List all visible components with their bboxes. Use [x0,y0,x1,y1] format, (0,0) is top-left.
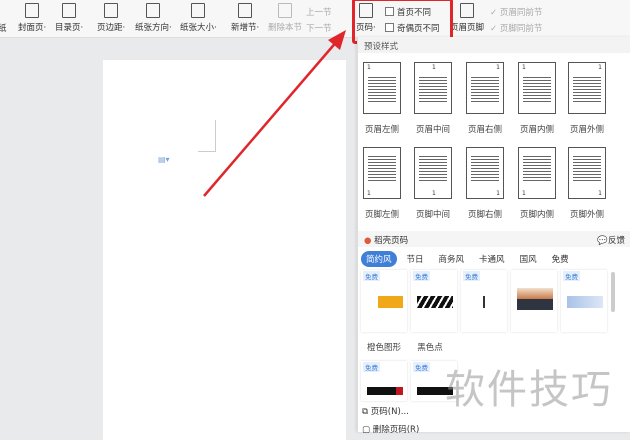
template-preview [417,296,453,308]
free-badge: 免费 [363,271,380,281]
page-number-template-card[interactable] [511,270,557,332]
page-number-mark: 1 [432,64,436,71]
free-badge: 免费 [363,362,380,372]
preset-label[interactable]: 页眉中间 [407,123,459,135]
preset-label[interactable]: 页眉外侧 [561,123,613,135]
scrollbar[interactable] [611,272,615,312]
feedback-button[interactable]: 💬反馈 [597,234,625,246]
preset-label[interactable]: 页脚中间 [407,208,459,220]
free-badge: 免费 [413,271,430,281]
card-label: 橙色图形 [366,343,401,353]
style-tab[interactable]: 节日 [402,251,429,267]
page-number-mark: 1 [496,190,500,197]
style-tabs: 简约风 节日 商务风 卡通风 国风 免费 [361,251,579,267]
layout-thumbnail[interactable]: 1 [568,62,606,114]
page-number-template-card[interactable]: 免费 [561,270,607,332]
label: 反馈 [607,236,625,246]
page-number-mark: 1 [496,64,500,71]
menu-delete-page-number[interactable]: ▢ 删除页码(R) [362,423,419,435]
docer-section-header: ● 稻壳页码 💬反馈 [358,231,630,247]
card-label: 黑色点 [417,343,443,353]
page-number-template-card[interactable]: 免费 [361,270,407,332]
page-number-mark: 1 [598,190,602,197]
layout-thumbnail[interactable]: 1 [363,147,401,199]
page-number-template-card[interactable]: 免费 [461,270,507,332]
preset-label[interactable]: 页眉左侧 [356,123,408,135]
style-tab[interactable]: 国风 [515,251,542,267]
page-number-mark: 1 [522,190,526,197]
page-number-mark: 1 [598,64,602,71]
preset-label[interactable]: 页脚右侧 [459,208,511,220]
page-number-mark: 1 [432,190,436,197]
page-number-template-card[interactable]: 免费 [411,270,457,332]
delete-page-number-icon: ▢ [362,425,371,435]
layout-thumbnail[interactable]: 1 [518,62,556,114]
style-tab[interactable]: 简约风 [361,251,397,267]
docer-logo-icon: ● [364,236,372,246]
template-preview [517,288,553,310]
layout-thumbnail[interactable]: 1 [568,147,606,199]
page-number-mark: 1 [367,190,371,197]
layout-thumbnail[interactable]: 1 [518,147,556,199]
preset-label[interactable]: 页眉内侧 [511,123,563,135]
layout-thumbnail[interactable]: 1 [363,62,401,114]
section-title: 稻壳页码 [374,236,409,246]
menu-page-number[interactable]: ⧉ 页码(N)... [362,405,409,417]
label: 删除页码(R) [372,425,420,435]
preset-styles-title: 预设样式 [358,37,630,53]
template-preview [467,296,503,308]
preset-label[interactable]: 页脚左侧 [356,208,408,220]
layout-thumbnail[interactable]: 1 [466,62,504,114]
page-number-mark: 1 [367,64,371,71]
layout-thumbnail[interactable]: 1 [414,62,452,114]
template-preview [567,296,603,308]
preset-label[interactable]: 页脚外侧 [561,208,613,220]
page-number-template-card[interactable]: 免费 [361,361,407,401]
style-tab[interactable]: 卡通风 [474,251,510,267]
page-number-mark: 1 [522,64,526,71]
style-tab[interactable]: 商务风 [434,251,470,267]
free-badge: 免费 [413,362,430,372]
label: 页码(N)... [370,407,409,417]
layout-thumbnail[interactable]: 1 [414,147,452,199]
template-preview [367,387,403,395]
layout-thumbnail[interactable]: 1 [466,147,504,199]
free-badge: 免费 [463,271,480,281]
style-tab[interactable]: 免费 [547,251,574,267]
template-preview [367,296,403,308]
watermark: 软件技巧 [445,367,613,413]
page-number-icon: ⧉ [362,407,369,417]
preset-label[interactable]: 页眉右侧 [459,123,511,135]
preset-label[interactable]: 页脚内侧 [511,208,563,220]
free-badge: 免费 [563,271,580,281]
